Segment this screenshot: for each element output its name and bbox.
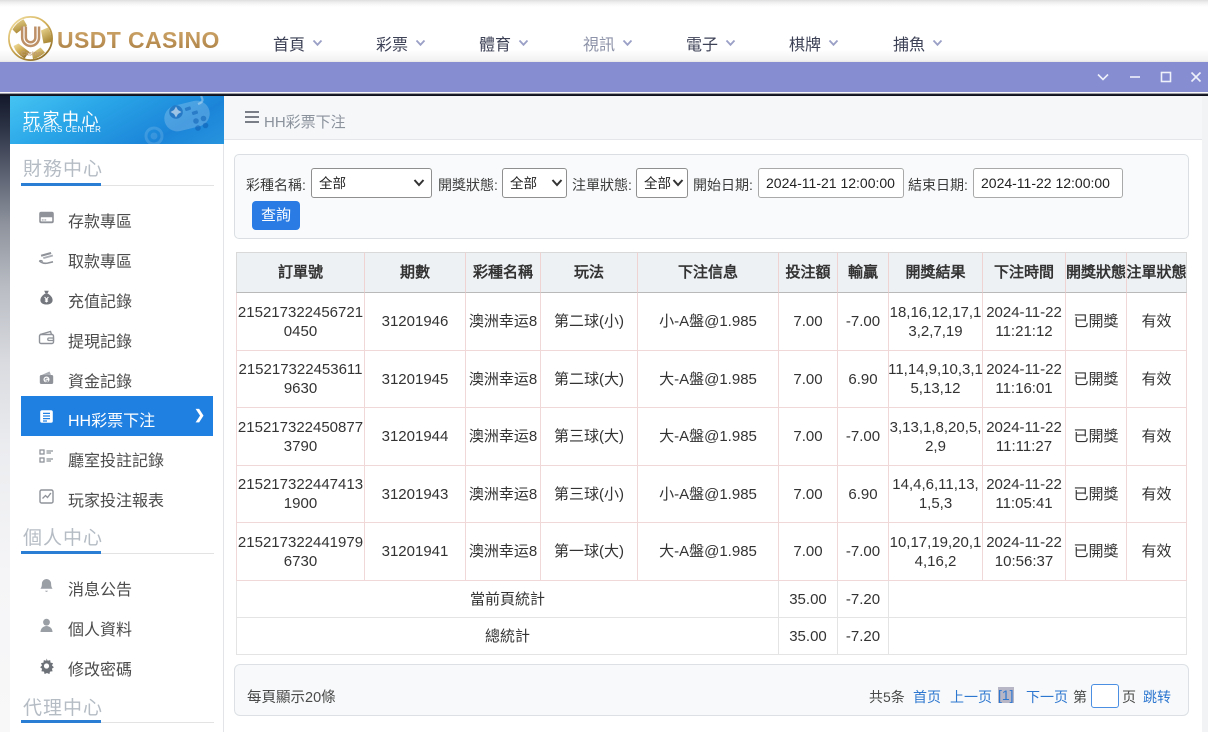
svg-text:Casino: Casino: [21, 52, 41, 58]
